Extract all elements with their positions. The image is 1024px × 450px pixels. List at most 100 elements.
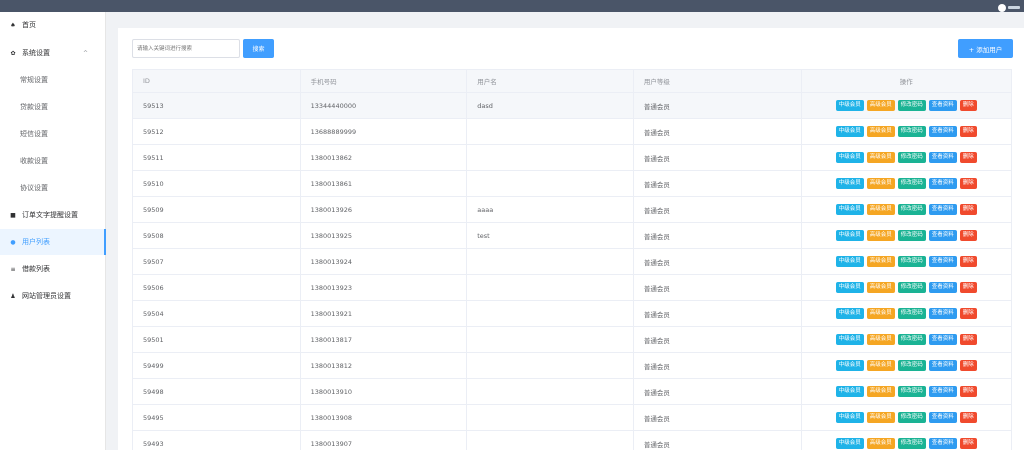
change-password-button[interactable]: 修改密码: [897, 230, 926, 241]
sidebar-item-home[interactable]: ♠ 首页: [0, 12, 106, 38]
set-mid-member-button[interactable]: 中级会员: [835, 334, 864, 345]
cell-username: test: [467, 223, 634, 248]
view-profile-button[interactable]: 查看资料: [928, 360, 957, 371]
change-password-button[interactable]: 修改密码: [897, 126, 926, 137]
set-high-member-button[interactable]: 高级会员: [866, 178, 895, 189]
change-password-button[interactable]: 修改密码: [897, 334, 926, 345]
change-password-button[interactable]: 修改密码: [897, 204, 926, 215]
delete-button[interactable]: 删除: [959, 334, 977, 345]
user-icon: ●: [10, 238, 16, 246]
delete-button[interactable]: 删除: [959, 178, 977, 189]
set-high-member-button[interactable]: 高级会员: [866, 308, 895, 319]
sidebar-item-loan-settings[interactable]: 贷款设置: [0, 94, 106, 120]
set-mid-member-button[interactable]: 中级会员: [835, 386, 864, 397]
set-high-member-button[interactable]: 高级会员: [866, 256, 895, 267]
search-button[interactable]: 搜索: [243, 39, 274, 58]
set-mid-member-button[interactable]: 中级会员: [835, 230, 864, 241]
set-high-member-button[interactable]: 高级会员: [866, 204, 895, 215]
view-profile-button[interactable]: 查看资料: [928, 230, 957, 241]
cell-phone: 1380013862: [301, 145, 468, 170]
table-row: 59512 13688889999 普通会员 中级会员 高级会员 修改密码 查看资料 删除: [133, 119, 1011, 145]
sidebar-item-loan-list[interactable]: ≡ 借款列表: [0, 256, 106, 282]
set-high-member-button[interactable]: 高级会员: [866, 438, 895, 449]
delete-button[interactable]: 删除: [959, 100, 977, 111]
delete-button[interactable]: 删除: [959, 308, 977, 319]
set-mid-member-button[interactable]: 中级会员: [835, 282, 864, 293]
view-profile-button[interactable]: 查看资料: [928, 282, 957, 293]
delete-button[interactable]: 删除: [959, 412, 977, 423]
set-high-member-button[interactable]: 高级会员: [866, 386, 895, 397]
add-user-button[interactable]: + 添加用户: [958, 39, 1013, 58]
delete-button[interactable]: 删除: [959, 152, 977, 163]
sidebar-item-sms-settings[interactable]: 短信设置: [0, 121, 106, 147]
sidebar-item-system-settings[interactable]: ✿ 系统设置 ^: [0, 40, 106, 66]
set-mid-member-button[interactable]: 中级会员: [835, 256, 864, 267]
view-profile-button[interactable]: 查看资料: [928, 334, 957, 345]
delete-button[interactable]: 删除: [959, 438, 977, 449]
delete-button[interactable]: 删除: [959, 282, 977, 293]
sidebar-item-payment-settings[interactable]: 收款设置: [0, 148, 106, 174]
view-profile-button[interactable]: 查看资料: [928, 126, 957, 137]
set-mid-member-button[interactable]: 中级会员: [835, 178, 864, 189]
delete-button[interactable]: 删除: [959, 204, 977, 215]
set-mid-member-button[interactable]: 中级会员: [835, 360, 864, 371]
view-profile-button[interactable]: 查看资料: [928, 386, 957, 397]
change-password-button[interactable]: 修改密码: [897, 438, 926, 449]
sidebar-item-label: 协议设置: [20, 184, 48, 192]
cell-id: 59512: [133, 119, 301, 144]
set-mid-member-button[interactable]: 中级会员: [835, 308, 864, 319]
delete-button[interactable]: 删除: [959, 256, 977, 267]
set-mid-member-button[interactable]: 中级会员: [835, 126, 864, 137]
sidebar-item-label: 网站管理员设置: [22, 292, 71, 300]
view-profile-button[interactable]: 查看资料: [928, 438, 957, 449]
change-password-button[interactable]: 修改密码: [897, 360, 926, 371]
change-password-button[interactable]: 修改密码: [897, 386, 926, 397]
home-icon: ♠: [10, 21, 16, 29]
set-high-member-button[interactable]: 高级会员: [866, 282, 895, 293]
set-high-member-button[interactable]: 高级会员: [866, 152, 895, 163]
change-password-button[interactable]: 修改密码: [897, 282, 926, 293]
change-password-button[interactable]: 修改密码: [897, 256, 926, 267]
set-high-member-button[interactable]: 高级会员: [866, 412, 895, 423]
user-menu[interactable]: [998, 3, 1022, 12]
change-password-button[interactable]: 修改密码: [897, 152, 926, 163]
delete-button[interactable]: 删除: [959, 360, 977, 371]
view-profile-button[interactable]: 查看资料: [928, 308, 957, 319]
change-password-button[interactable]: 修改密码: [897, 412, 926, 423]
delete-button[interactable]: 删除: [959, 386, 977, 397]
set-high-member-button[interactable]: 高级会员: [866, 100, 895, 111]
set-high-member-button[interactable]: 高级会员: [866, 126, 895, 137]
delete-button[interactable]: 删除: [959, 126, 977, 137]
set-mid-member-button[interactable]: 中级会员: [835, 152, 864, 163]
set-mid-member-button[interactable]: 中级会员: [835, 412, 864, 423]
sidebar-item-agreement-settings[interactable]: 协议设置: [0, 175, 106, 201]
view-profile-button[interactable]: 查看资料: [928, 256, 957, 267]
search-input[interactable]: [132, 39, 240, 58]
cell-level: 普通会员: [634, 431, 802, 450]
table-row: 59510 1380013861 普通会员 中级会员 高级会员 修改密码 查看资料 删除: [133, 171, 1011, 197]
user-table: ID 手机号码 用户名 用户等级 操作 59513 13344440000 dasd…: [132, 69, 1012, 450]
change-password-button[interactable]: 修改密码: [897, 308, 926, 319]
view-profile-button[interactable]: 查看资料: [928, 152, 957, 163]
set-high-member-button[interactable]: 高级会员: [866, 230, 895, 241]
sidebar-item-admin-settings[interactable]: ♟ 网站管理员设置: [0, 283, 106, 309]
set-mid-member-button[interactable]: 中级会员: [835, 438, 864, 449]
delete-button[interactable]: 删除: [959, 230, 977, 241]
change-password-button[interactable]: 修改密码: [897, 178, 926, 189]
view-profile-button[interactable]: 查看资料: [928, 100, 957, 111]
view-profile-button[interactable]: 查看资料: [928, 412, 957, 423]
view-profile-button[interactable]: 查看资料: [928, 204, 957, 215]
cell-phone: 1380013910: [301, 379, 468, 404]
cell-id: 59501: [133, 327, 301, 352]
cell-id: 59495: [133, 405, 301, 430]
view-profile-button[interactable]: 查看资料: [928, 178, 957, 189]
change-password-button[interactable]: 修改密码: [897, 100, 926, 111]
sidebar-item-general-settings[interactable]: 常规设置: [0, 67, 106, 93]
sidebar-item-user-list[interactable]: ● 用户列表: [0, 229, 106, 255]
sidebar-item-order-reminder[interactable]: ■ 订单文字提醒设置: [0, 202, 106, 228]
set-mid-member-button[interactable]: 中级会员: [835, 204, 864, 215]
set-mid-member-button[interactable]: 中级会员: [835, 100, 864, 111]
cell-actions: 中级会员 高级会员 修改密码 查看资料 删除: [802, 327, 1012, 352]
set-high-member-button[interactable]: 高级会员: [866, 334, 895, 345]
set-high-member-button[interactable]: 高级会员: [866, 360, 895, 371]
